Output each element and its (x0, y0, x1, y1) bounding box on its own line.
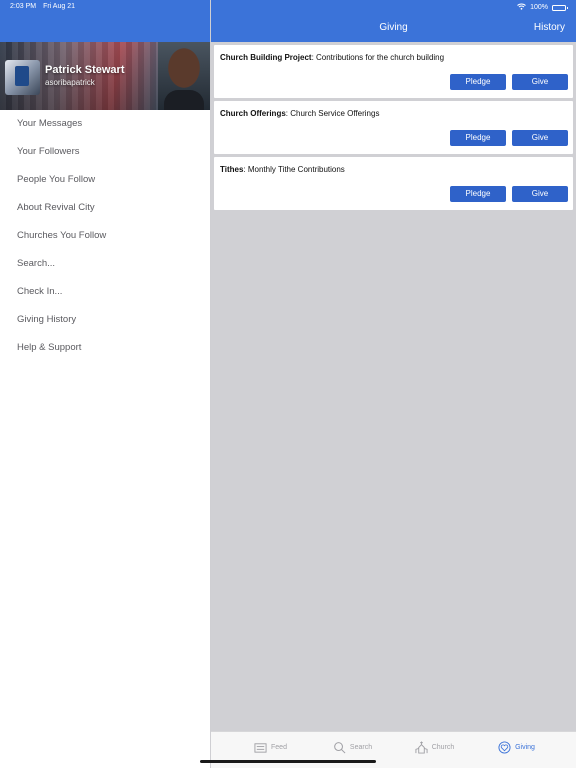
fund-text: Church Building Project: Contributions f… (220, 53, 444, 62)
tab-label: Church (431, 743, 455, 751)
sidebar-item-search[interactable]: Search... (0, 250, 210, 278)
sidebar-menu: Your Messages Your Followers People You … (0, 110, 210, 362)
fund-description: : Monthly Tithe Contributions (243, 165, 345, 174)
tab-church[interactable]: Church (394, 732, 476, 762)
status-date: Fri Aug 21 (43, 3, 75, 10)
history-button[interactable]: History (534, 22, 565, 33)
fund-description: : Contributions for the church building (311, 53, 445, 62)
fund-card: Tithes: Monthly Tithe Contributions Pled… (214, 157, 573, 210)
give-button[interactable]: Give (512, 186, 568, 202)
sidebar-item-check-in[interactable]: Check In... (0, 278, 210, 306)
sidebar-item-people-you-follow[interactable]: People You Follow (0, 166, 210, 194)
fund-description: : Church Service Offerings (285, 109, 380, 118)
profile-portrait (158, 42, 210, 110)
sidebar-item-giving-history[interactable]: Giving History (0, 306, 210, 334)
giving-icon (498, 740, 511, 754)
tab-giving[interactable]: Giving (476, 732, 558, 762)
home-indicator[interactable] (200, 760, 376, 763)
profile-handle: asoribapatrick (45, 78, 95, 87)
fund-text: Church Offerings: Church Service Offerin… (220, 109, 379, 118)
status-bar: 2:03 PM Fri Aug 21 100% (0, 0, 576, 14)
profile-banner[interactable]: Patrick Stewart asoribapatrick (0, 42, 210, 110)
sidebar-item-help-support[interactable]: Help & Support (0, 334, 210, 362)
tab-feed[interactable]: Feed (230, 732, 312, 762)
status-time: 2:03 PM (10, 3, 37, 10)
sidebar-item-your-followers[interactable]: Your Followers (0, 138, 210, 166)
page-title: Giving (379, 22, 408, 33)
pledge-button[interactable]: Pledge (450, 74, 506, 90)
search-icon (334, 741, 346, 753)
wifi-icon (517, 3, 526, 12)
fund-name: Church Offerings (220, 109, 286, 118)
fund-card: Church Offerings: Church Service Offerin… (214, 101, 573, 154)
fund-list: Church Building Project: Contributions f… (211, 42, 576, 210)
sidebar: Patrick Stewart asoribapatrick Your Mess… (0, 0, 211, 768)
tab-label: Feed (271, 743, 287, 751)
fund-name: Tithes (220, 165, 244, 174)
battery-percent: 100% (530, 4, 548, 11)
tab-label: Search (349, 743, 373, 751)
give-button[interactable]: Give (512, 130, 568, 146)
pledge-button[interactable]: Pledge (450, 186, 506, 202)
avatar[interactable] (5, 60, 40, 95)
sidebar-item-your-messages[interactable]: Your Messages (0, 110, 210, 138)
fund-name: Church Building Project (220, 53, 312, 62)
tab-search[interactable]: Search (312, 732, 394, 762)
feed-icon (254, 742, 267, 753)
fund-text: Tithes: Monthly Tithe Contributions (220, 165, 345, 174)
fund-card: Church Building Project: Contributions f… (214, 45, 573, 98)
church-icon (415, 740, 428, 754)
give-button[interactable]: Give (512, 74, 568, 90)
sidebar-item-churches-you-follow[interactable]: Churches You Follow (0, 222, 210, 250)
profile-name: Patrick Stewart (45, 64, 125, 76)
pledge-button[interactable]: Pledge (450, 130, 506, 146)
sidebar-item-about-revival-city[interactable]: About Revival City (0, 194, 210, 222)
tab-label: Giving (515, 743, 535, 751)
main-pane: Giving History Church Building Project: … (211, 0, 576, 768)
battery-icon (552, 4, 568, 11)
